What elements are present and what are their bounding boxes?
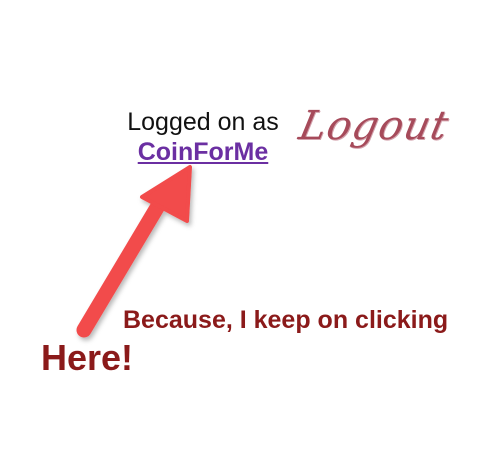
login-status-block: Logged on as CoinForMe (112, 107, 294, 167)
logout-link[interactable]: Logout (295, 103, 453, 149)
logged-on-label: Logged on as (127, 108, 279, 136)
annotation-here: Here! (41, 337, 134, 378)
annotation-arrow-icon (76, 165, 192, 338)
username-link[interactable]: CoinForMe (138, 137, 269, 167)
annotation-caption: Because, I keep on clicking (123, 306, 449, 334)
arrow-head (140, 165, 192, 223)
